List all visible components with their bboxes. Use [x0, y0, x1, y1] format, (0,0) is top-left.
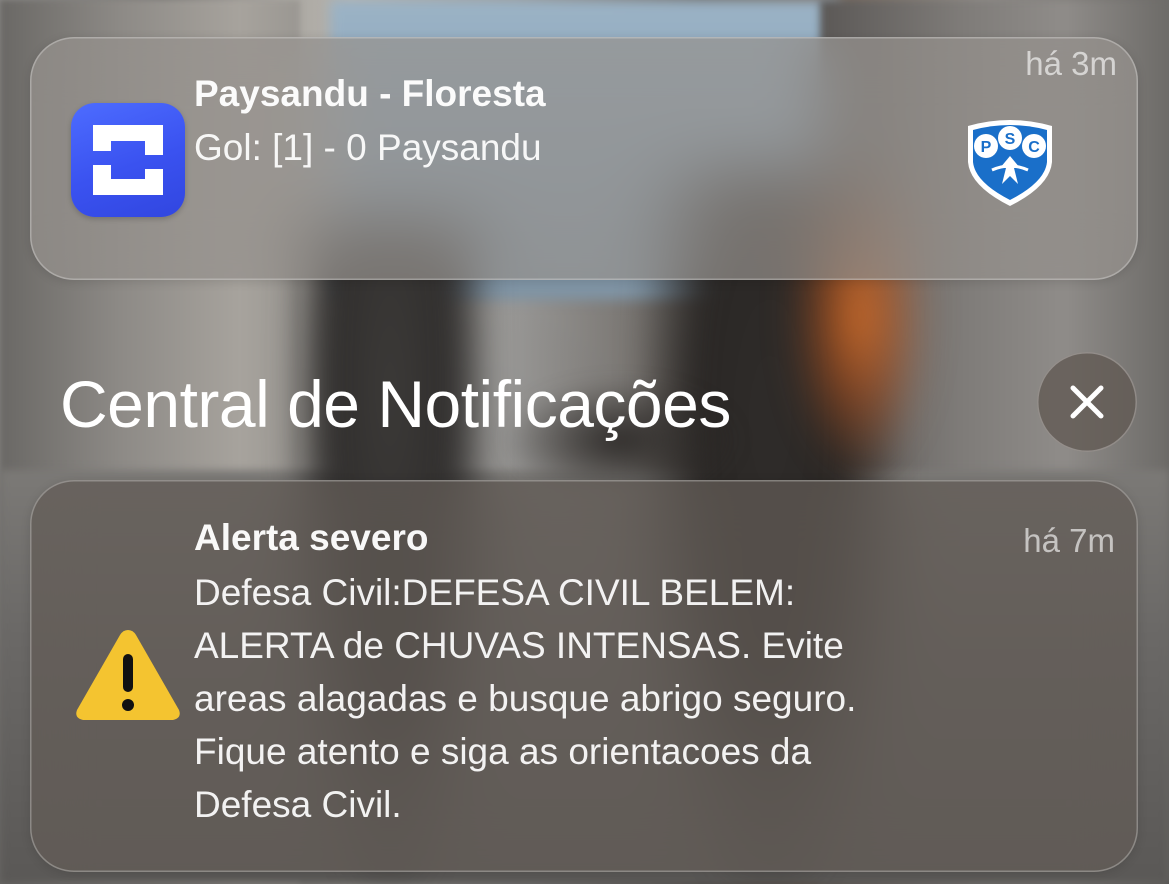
psc-club-badge-icon: P S C	[968, 120, 1052, 206]
alert-body-line: Defesa Civil.	[194, 784, 402, 825]
notification-time: há 3m	[1025, 45, 1117, 82]
alert-body-line: areas alagadas e busque abrigo seguro.	[194, 678, 857, 719]
notification-body: Gol: [1] - 0 Paysandu	[194, 127, 542, 168]
alert-body-line: ALERTA de CHUVAS INTENSAS. Evite	[194, 625, 844, 666]
warning-icon	[76, 630, 180, 720]
notification-title: Paysandu - Floresta	[194, 73, 546, 114]
alert-time: há 7m	[1023, 522, 1115, 559]
alert-title: Alerta severo	[194, 517, 429, 558]
badge-letter-c: C	[1028, 139, 1040, 156]
badge-letter-p: P	[981, 139, 992, 156]
badge-letter-s: S	[1005, 131, 1016, 148]
alert-body-line: Fique atento e siga as orientacoes da	[194, 731, 812, 772]
close-button[interactable]	[1037, 352, 1137, 452]
sports-app-icon	[71, 103, 185, 217]
close-icon	[1070, 385, 1104, 419]
alert-body: Defesa Civil:DEFESA CIVIL BELEM: ALERTA …	[194, 566, 1074, 831]
alert-body-line: Defesa Civil:DEFESA CIVIL BELEM:	[194, 572, 796, 613]
app-logo-icon	[93, 125, 163, 195]
notification-center-title: Central de Notificações	[60, 367, 731, 441]
